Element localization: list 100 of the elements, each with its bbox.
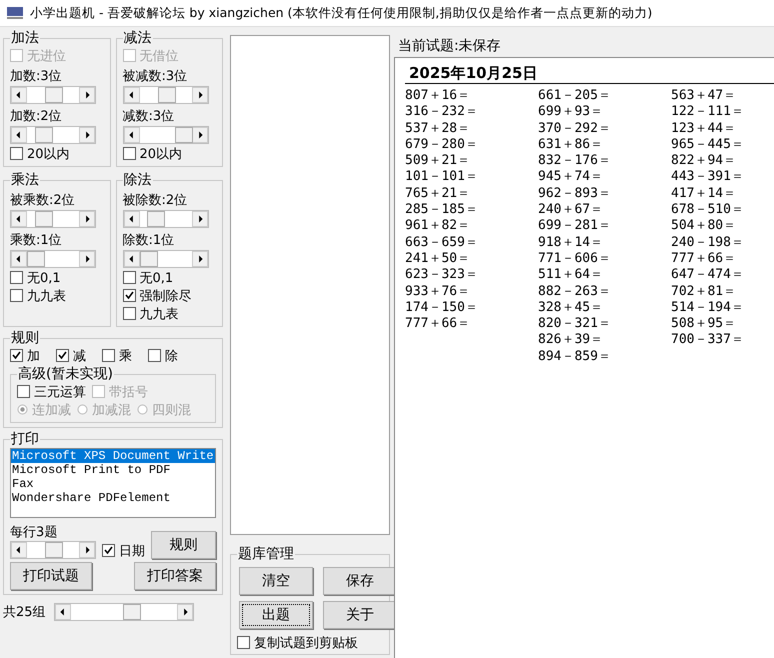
checkbox[interactable] xyxy=(10,289,23,302)
problem-text: 504＋80＝ xyxy=(671,218,738,235)
problem-text: 777＋66＝ xyxy=(671,250,738,268)
slider-thumb[interactable] xyxy=(147,211,166,227)
scroll-slider[interactable] xyxy=(122,86,208,104)
slider-label: 每行3题 xyxy=(10,524,58,541)
checkbox[interactable] xyxy=(122,147,136,160)
problem-text: 240＋67＝ xyxy=(538,202,604,218)
checkbox-label: 无0,1 xyxy=(140,270,174,286)
checkbox-label: 无0,1 xyxy=(27,270,61,286)
scroll-slider[interactable] xyxy=(54,603,194,621)
printer-item[interactable]: Wondershare PDFelement xyxy=(11,491,215,505)
slider-thumb[interactable] xyxy=(27,251,45,267)
printer-item[interactable]: Fax xyxy=(11,477,215,491)
action-button[interactable]: 打印试题 xyxy=(10,562,92,590)
checkbox-label: 20以内 xyxy=(27,146,70,162)
radio-button[interactable] xyxy=(137,404,148,415)
checkbox-label: 九九表 xyxy=(27,288,66,304)
problem-text: 663－659＝ xyxy=(405,234,479,251)
window-title: 小学出题机 - 吾爱破解论坛 by xiangzichen (本软件没有任何使用限制,捐助仅仅是给作者一点点更新的动力) xyxy=(30,4,652,22)
checkbox-label: 三元运算 xyxy=(34,384,86,400)
app-icon xyxy=(6,6,24,20)
slider-thumb[interactable] xyxy=(174,127,193,143)
scroll-slider[interactable] xyxy=(122,210,208,228)
slider-thumb[interactable] xyxy=(34,211,53,227)
problem-text: 123＋44＝ xyxy=(671,120,738,137)
checkbox-label: 九九表 xyxy=(140,306,178,322)
checkbox[interactable] xyxy=(10,271,23,284)
problem-text: 417＋14＝ xyxy=(671,186,738,202)
checkbox[interactable] xyxy=(102,349,115,362)
problem-text: 508＋95＝ xyxy=(671,316,738,332)
radio-button[interactable] xyxy=(77,404,88,415)
checkbox-label: 20以内 xyxy=(140,146,182,162)
scroll-slider[interactable] xyxy=(122,250,208,268)
slider-label: 被乘数:2位 xyxy=(10,192,76,209)
problem-text: 699＋93＝ xyxy=(538,104,604,121)
checkbox-label: 日期 xyxy=(119,542,145,560)
slider-thumb[interactable] xyxy=(34,127,53,143)
checkbox[interactable] xyxy=(56,349,69,362)
problem-text: 918＋14＝ xyxy=(538,234,604,251)
checkbox[interactable] xyxy=(10,349,23,362)
action-button[interactable]: 保存 xyxy=(323,567,397,595)
checkbox[interactable] xyxy=(17,385,30,398)
slider-label: 被减数:3位 xyxy=(122,68,188,85)
problem-text: 700－337＝ xyxy=(671,332,745,349)
action-button[interactable]: 关于 xyxy=(323,601,397,629)
checkbox[interactable] xyxy=(122,271,136,284)
slider-thumb[interactable] xyxy=(158,87,176,103)
action-button[interactable]: 打印答案 xyxy=(134,562,216,590)
problem-text: 511＋64＝ xyxy=(538,267,604,284)
checkbox[interactable] xyxy=(122,289,136,302)
problem-text: 240－198＝ xyxy=(671,234,745,251)
problem-text: 316－232＝ xyxy=(405,104,479,121)
problem-text: 509＋21＝ xyxy=(405,153,472,170)
scroll-slider[interactable] xyxy=(10,210,96,228)
problem-text: 702＋81＝ xyxy=(671,284,738,300)
action-button[interactable]: 规则 xyxy=(151,531,216,559)
checkbox[interactable] xyxy=(10,147,23,160)
scroll-slider[interactable] xyxy=(10,126,96,144)
slider-thumb[interactable] xyxy=(45,87,63,103)
scroll-slider[interactable] xyxy=(10,250,96,268)
checkbox-label: 带括号 xyxy=(109,384,148,400)
problem-text: 699－281＝ xyxy=(538,218,612,235)
printer-list[interactable]: Microsoft XPS Document Write Microsoft Print to PDF Fax Wondershare PDFelement xyxy=(10,448,216,518)
action-button[interactable]: 出题 xyxy=(239,601,313,629)
problem-text: 962－893＝ xyxy=(538,186,612,202)
checkbox-label: 强制除尽 xyxy=(140,288,192,304)
problem-text: 514－194＝ xyxy=(671,300,745,316)
slider-thumb[interactable] xyxy=(122,604,141,620)
slider-thumb[interactable] xyxy=(45,542,63,558)
checkbox-label: 无进位 xyxy=(27,48,66,64)
checkbox[interactable] xyxy=(122,307,136,320)
checkbox[interactable] xyxy=(102,544,115,557)
group-title: 高级(暂未实现) xyxy=(17,365,114,383)
radio-button[interactable] xyxy=(17,404,28,415)
radio-label: 连加减 xyxy=(32,402,71,418)
action-button[interactable]: 清空 xyxy=(239,567,313,595)
slider-label: 加数:2位 xyxy=(10,108,63,125)
scroll-slider[interactable] xyxy=(122,126,208,144)
slider-label: 加数:3位 xyxy=(10,68,63,85)
worksheet-date: 2025年10月25日 xyxy=(405,64,774,84)
checkbox[interactable] xyxy=(237,636,250,649)
scroll-slider[interactable] xyxy=(10,86,96,104)
group-title: 打印 xyxy=(10,430,40,448)
problem-text: 563＋47＝ xyxy=(671,88,738,104)
checkbox[interactable] xyxy=(148,349,161,362)
problem-text: 894－859＝ xyxy=(538,348,612,366)
problem-text: 945＋74＝ xyxy=(538,169,604,186)
scroll-slider[interactable] xyxy=(10,541,96,559)
slider-label: 乘数:1位 xyxy=(10,232,63,249)
problem-text: 241＋50＝ xyxy=(405,250,472,268)
printer-item[interactable]: Microsoft Print to PDF xyxy=(11,463,215,477)
problem-text: 807＋16＝ xyxy=(405,88,472,104)
group-title: 减法 xyxy=(122,29,152,47)
problem-text: 765＋21＝ xyxy=(405,186,472,202)
group-title: 题库管理 xyxy=(237,545,295,563)
slider-thumb[interactable] xyxy=(140,251,158,267)
checkbox-label: 减 xyxy=(73,348,86,364)
problem-text: 678－510＝ xyxy=(671,202,745,218)
printer-item[interactable]: Microsoft XPS Document Write xyxy=(11,449,215,463)
